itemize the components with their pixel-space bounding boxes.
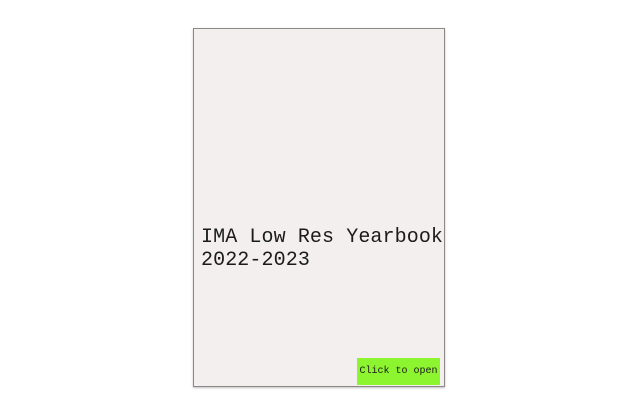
yearbook-cover[interactable]: IMA Low Res Yearbook 2022-2023 Click to … — [193, 28, 445, 387]
cover-title-line: IMA Low Res Yearbook — [201, 226, 444, 249]
open-button[interactable]: Click to open — [357, 358, 440, 385]
page: IMA Low Res Yearbook 2022-2023 Click to … — [0, 0, 641, 416]
cover-title-year: 2022-2023 — [201, 249, 310, 272]
cover-title: IMA Low Res Yearbook 2022-2023 — [201, 226, 446, 272]
